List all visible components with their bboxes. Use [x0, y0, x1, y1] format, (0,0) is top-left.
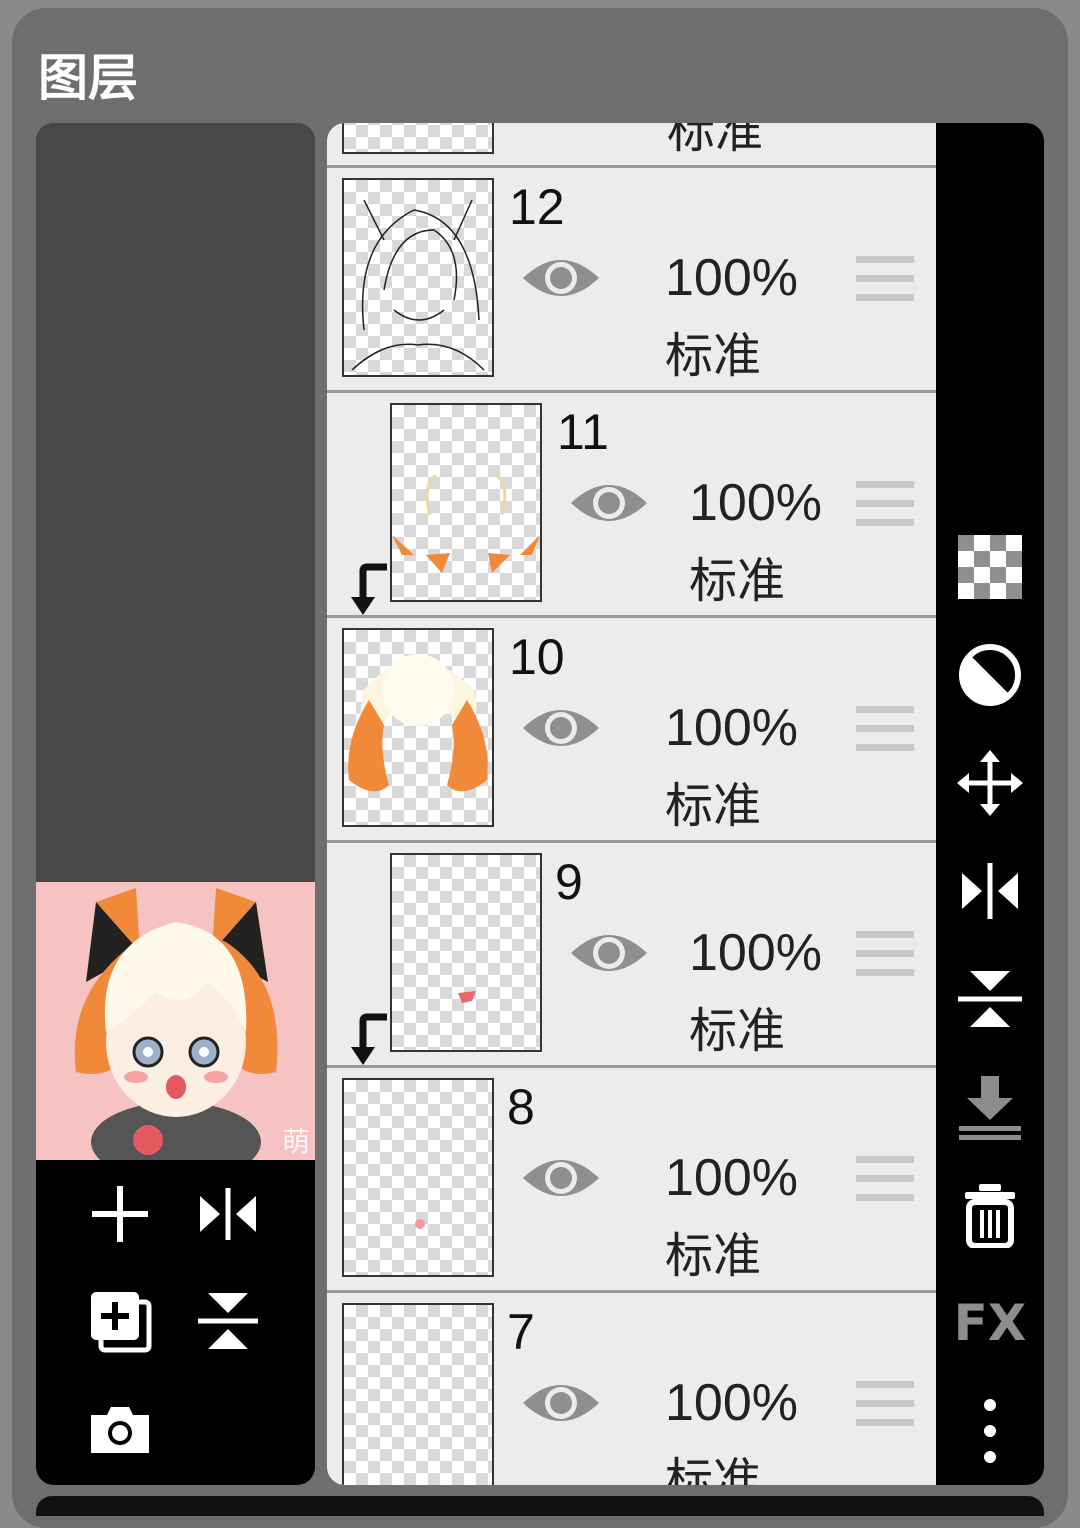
layer-row[interactable]: 标准	[327, 123, 936, 165]
flip-horizontal-icon[interactable]	[192, 1178, 264, 1250]
blend-mode-label: 标准	[665, 1453, 762, 1485]
flip-horizontal-icon[interactable]	[954, 855, 1026, 927]
layer-thumbnail	[342, 1303, 494, 1485]
left-sidebar: 萌	[36, 123, 315, 1485]
visibility-eye-icon[interactable]	[521, 700, 601, 756]
bottom-bar	[36, 1496, 1044, 1516]
drag-handle-icon[interactable]	[856, 1379, 914, 1429]
layer-number: 12	[509, 179, 565, 235]
layer-number: 9	[555, 854, 583, 910]
layer-number: 11	[557, 404, 609, 460]
canvas-preview[interactable]: 萌	[36, 882, 315, 1160]
character-illustration	[36, 882, 315, 1160]
layer-thumbnail	[390, 853, 542, 1052]
add-layer-icon[interactable]	[84, 1178, 156, 1250]
drag-handle-icon[interactable]	[856, 929, 914, 979]
opacity-value: 100%	[689, 924, 822, 982]
layer-row-10[interactable]: 10 100% 标准	[327, 618, 936, 840]
opacity-value: 100%	[689, 474, 822, 532]
layer-row-12[interactable]: 12 100% 标准	[327, 168, 936, 390]
layer-thumbnail	[342, 123, 494, 154]
layer-number: 8	[507, 1079, 535, 1135]
visibility-eye-icon[interactable]	[521, 1150, 601, 1206]
layer-toolbar: FX	[936, 123, 1044, 1485]
transparency-icon[interactable]	[954, 531, 1026, 603]
drag-handle-icon[interactable]	[856, 479, 914, 529]
visibility-eye-icon[interactable]	[569, 925, 649, 981]
flip-vertical-icon[interactable]	[954, 963, 1026, 1035]
layer-thumbnail	[342, 1078, 494, 1277]
more-icon[interactable]	[954, 1395, 1026, 1467]
duplicate-layer-icon[interactable]	[84, 1285, 156, 1357]
opacity-value: 100%	[665, 249, 798, 307]
panel-title: 图层	[38, 49, 138, 107]
clipping-arrow-icon	[351, 1013, 387, 1065]
layer-number: 7	[507, 1304, 535, 1360]
drag-handle-icon[interactable]	[856, 704, 914, 754]
blend-mode-label: 标准	[689, 1003, 786, 1059]
trash-icon[interactable]	[954, 1179, 1026, 1251]
blend-mode-label: 标准	[665, 778, 762, 834]
layer-row-8[interactable]: 8 100% 标准	[327, 1068, 936, 1290]
visibility-eye-icon[interactable]	[521, 1375, 601, 1431]
move-icon[interactable]	[954, 747, 1026, 819]
layer-list[interactable]: 标准 12 100% 标准 11 100% 标准 10 100% 标准 9 10…	[327, 123, 936, 1485]
fx-icon[interactable]: FX	[954, 1287, 1027, 1359]
blend-mode-label: 标准	[665, 1228, 762, 1284]
visibility-eye-icon[interactable]	[569, 475, 649, 531]
drag-handle-icon[interactable]	[856, 1154, 914, 1204]
layer-thumbnail	[390, 403, 542, 602]
blend-mode-label: 标准	[689, 553, 786, 609]
opacity-value: 100%	[665, 1374, 798, 1432]
layer-number: 10	[509, 629, 565, 685]
layer-thumbnail	[342, 628, 494, 827]
layer-row-11[interactable]: 11 100% 标准	[327, 393, 936, 615]
drag-handle-icon[interactable]	[856, 254, 914, 304]
merge-down-icon[interactable]	[954, 1071, 1026, 1143]
signature-text: 萌	[282, 1125, 311, 1158]
visibility-eye-icon[interactable]	[521, 250, 601, 306]
opacity-icon[interactable]	[954, 639, 1026, 711]
opacity-value: 100%	[665, 699, 798, 757]
blend-mode-label: 标准	[665, 328, 762, 384]
canvas-placeholder	[36, 123, 315, 882]
layer-thumbnail	[342, 178, 494, 377]
opacity-value: 100%	[665, 1149, 798, 1207]
flip-vertical-icon[interactable]	[192, 1285, 264, 1357]
layer-row-7[interactable]: 7 100% 标准	[327, 1293, 936, 1485]
blend-mode-label: 标准	[667, 123, 764, 159]
layer-row-9[interactable]: 9 100% 标准	[327, 843, 936, 1065]
camera-icon[interactable]	[84, 1393, 156, 1465]
clipping-arrow-icon	[351, 563, 387, 615]
